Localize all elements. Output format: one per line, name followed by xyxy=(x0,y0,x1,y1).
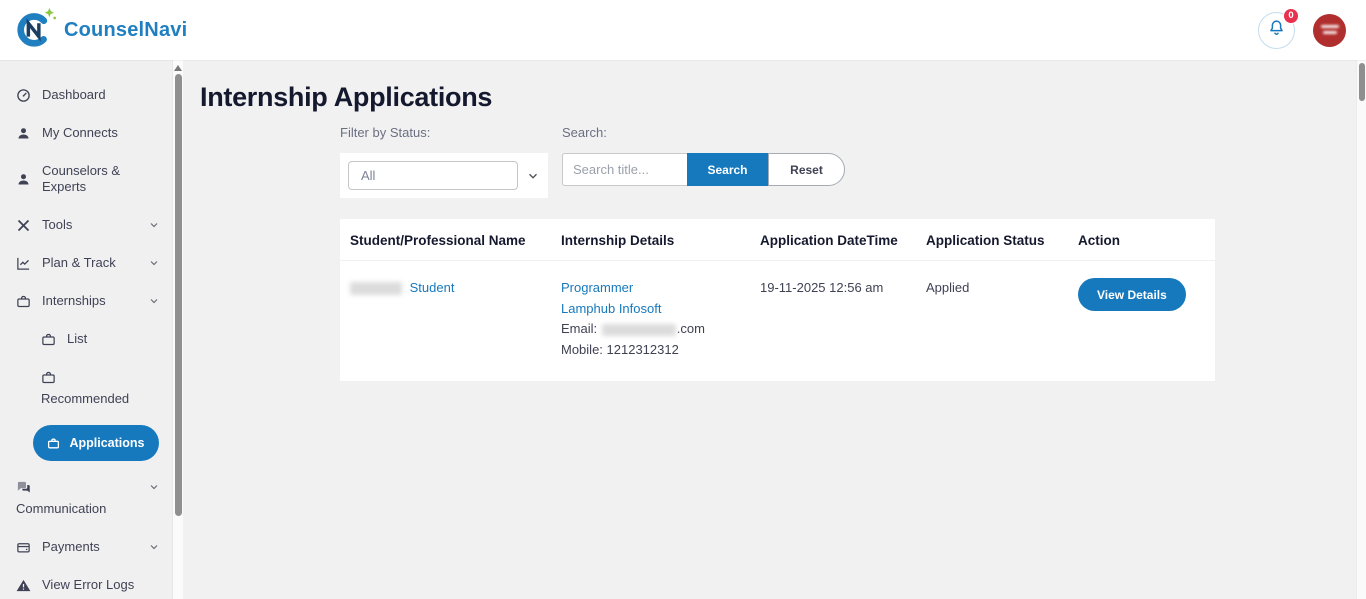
sidebar-item-communication[interactable]: Communication xyxy=(0,468,172,528)
chevron-down-icon[interactable] xyxy=(526,169,540,183)
briefcase-icon xyxy=(41,369,58,385)
avatar-redacted-text xyxy=(1321,25,1339,28)
sidebar-item-internships[interactable]: Internships xyxy=(0,282,172,320)
counselnavi-logo-icon xyxy=(14,6,58,55)
notifications-button[interactable]: 0 xyxy=(1258,12,1295,49)
avatar[interactable] xyxy=(1313,14,1346,47)
sidebar: Dashboard My Connects Counselors & Exper… xyxy=(0,60,183,599)
email-label: Email: xyxy=(561,321,597,336)
status-select-value: All xyxy=(361,168,375,183)
view-details-button[interactable]: View Details xyxy=(1078,278,1186,311)
column-header-action: Action xyxy=(1068,219,1215,260)
sidebar-item-tools[interactable]: Tools xyxy=(0,206,172,244)
top-header: CounselNavi 0 xyxy=(0,0,1366,60)
email-domain: .com xyxy=(677,321,705,336)
application-datetime-cell: 19-11-2025 12:56 am xyxy=(750,261,916,381)
status-select[interactable]: All xyxy=(348,161,518,190)
sidebar-item-dashboard[interactable]: Dashboard xyxy=(0,76,172,114)
internship-title-link[interactable]: Programmer xyxy=(561,280,633,295)
action-cell: View Details xyxy=(1068,261,1215,381)
table-row: Student Programmer Lamphub Infosoft Emai… xyxy=(340,261,1215,382)
chevron-down-icon xyxy=(148,257,160,269)
briefcase-icon xyxy=(16,293,33,309)
tools-icon xyxy=(16,217,33,233)
search-button[interactable]: Search xyxy=(687,153,768,186)
page-title: Internship Applications xyxy=(200,82,1366,113)
sidebar-item-internships-applications[interactable]: Applications xyxy=(33,425,159,461)
internship-details-cell: Programmer Lamphub Infosoft Email: .com … xyxy=(551,261,750,381)
column-header-application-status: Application Status xyxy=(916,219,1068,260)
sidebar-item-view-error-logs[interactable]: View Error Logs xyxy=(0,566,172,599)
chevron-down-icon xyxy=(148,295,160,307)
sidebar-item-counselors-experts[interactable]: Counselors & Experts xyxy=(0,152,172,206)
column-header-student-name: Student/Professional Name xyxy=(340,219,551,260)
filter-by-status-label: Filter by Status: xyxy=(340,125,548,140)
sidebar-item-internships-recommended[interactable]: Recommended xyxy=(0,358,172,418)
redacted-student-name xyxy=(350,282,402,295)
student-name-cell: Student xyxy=(340,261,551,381)
scrollbar-up-arrow[interactable] xyxy=(174,65,182,71)
sidebar-scrollbar-thumb[interactable] xyxy=(175,74,182,516)
warning-icon xyxy=(16,577,33,593)
mobile-line: Mobile: 1212312312 xyxy=(561,340,740,361)
applications-table: Student/Professional Name Internship Det… xyxy=(340,219,1215,382)
sidebar-item-my-connects[interactable]: My Connects xyxy=(0,114,172,152)
sidebar-item-internships-list[interactable]: List xyxy=(0,320,172,358)
payments-icon xyxy=(16,539,33,555)
page-scrollbar[interactable] xyxy=(1356,60,1366,599)
email-line: Email: .com xyxy=(561,319,740,340)
avatar-redacted-text xyxy=(1323,31,1337,34)
column-header-internship-details: Internship Details xyxy=(551,219,750,260)
user-icon xyxy=(16,171,33,187)
bell-icon xyxy=(1267,18,1286,42)
dashboard-icon xyxy=(16,87,33,103)
student-link[interactable]: Student xyxy=(410,280,455,295)
table-header-row: Student/Professional Name Internship Det… xyxy=(340,219,1215,261)
briefcase-icon xyxy=(47,435,61,451)
filter-search-controls: Filter by Status: All Search: Search Res… xyxy=(340,125,1366,198)
search-controls: Search Reset xyxy=(562,153,845,186)
status-filter: All xyxy=(340,153,548,198)
sidebar-item-payments[interactable]: Payments xyxy=(0,528,172,566)
chevron-down-icon xyxy=(148,219,160,231)
redacted-email xyxy=(602,324,676,336)
column-header-application-datetime: Application DateTime xyxy=(750,219,916,260)
search-block: Search: Search Reset xyxy=(562,125,845,186)
search-input[interactable] xyxy=(562,153,687,186)
topbar-actions: 0 xyxy=(1258,12,1346,49)
briefcase-icon xyxy=(41,331,58,347)
company-link[interactable]: Lamphub Infosoft xyxy=(561,301,661,316)
sidebar-item-plan-track[interactable]: Plan & Track xyxy=(0,244,172,282)
page-scrollbar-thumb[interactable] xyxy=(1359,63,1365,101)
notification-count-badge: 0 xyxy=(1283,8,1299,24)
sidebar-scrollbar[interactable] xyxy=(172,60,183,599)
application-status-cell: Applied xyxy=(916,261,1068,381)
reset-button[interactable]: Reset xyxy=(768,153,845,186)
chevron-down-icon xyxy=(148,541,160,553)
status-filter-block: Filter by Status: All xyxy=(340,125,548,198)
brand[interactable]: CounselNavi xyxy=(14,6,187,55)
user-icon xyxy=(16,125,33,141)
brand-name: CounselNavi xyxy=(64,19,187,42)
chart-icon xyxy=(16,255,33,271)
chat-icon xyxy=(16,479,33,495)
main-content: Internship Applications Filter by Status… xyxy=(183,60,1366,599)
chevron-down-icon xyxy=(148,481,160,493)
search-label: Search: xyxy=(562,125,845,140)
